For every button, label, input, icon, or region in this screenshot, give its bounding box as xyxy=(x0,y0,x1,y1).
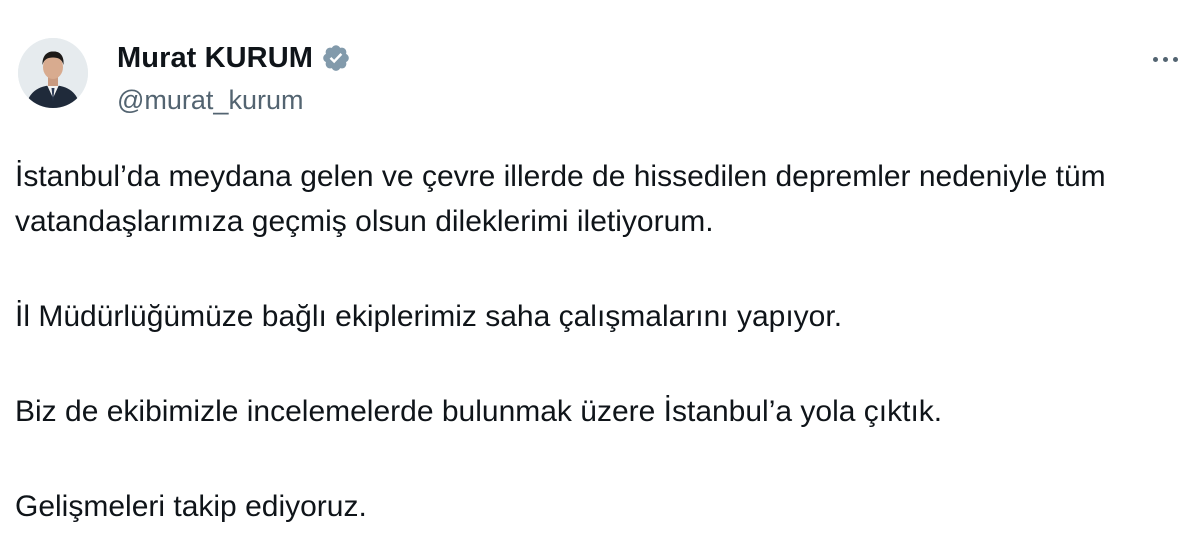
tweet-card: Murat KURUM @murat_kurum İstanbul’da mey… xyxy=(0,0,1200,555)
avatar[interactable] xyxy=(18,38,88,108)
tweet-text: İstanbul’da meydana gelen ve çevre iller… xyxy=(15,154,1185,529)
more-horizontal-icon xyxy=(1152,56,1158,62)
more-horizontal-icon-dot xyxy=(1172,56,1178,62)
avatar-image xyxy=(18,38,88,108)
author-display-name[interactable]: Murat KURUM xyxy=(117,38,313,78)
tweet-paragraph: İstanbul’da meydana gelen ve çevre iller… xyxy=(15,160,1106,238)
tweet-paragraph: Biz de ekibimizle incelemelerde bulunmak… xyxy=(15,395,943,428)
author-handle[interactable]: @murat_kurum xyxy=(117,82,303,118)
verified-badge-icon xyxy=(321,43,351,73)
more-horizontal-icon-dot xyxy=(1162,56,1168,62)
author-name-row: Murat KURUM xyxy=(117,38,351,78)
more-options-button[interactable] xyxy=(1146,44,1184,74)
tweet-paragraph: İl Müdürlüğümüze bağlı ekiplerimiz saha … xyxy=(15,300,843,333)
tweet-paragraph: Gelişmeleri takip ediyoruz. xyxy=(15,490,367,523)
